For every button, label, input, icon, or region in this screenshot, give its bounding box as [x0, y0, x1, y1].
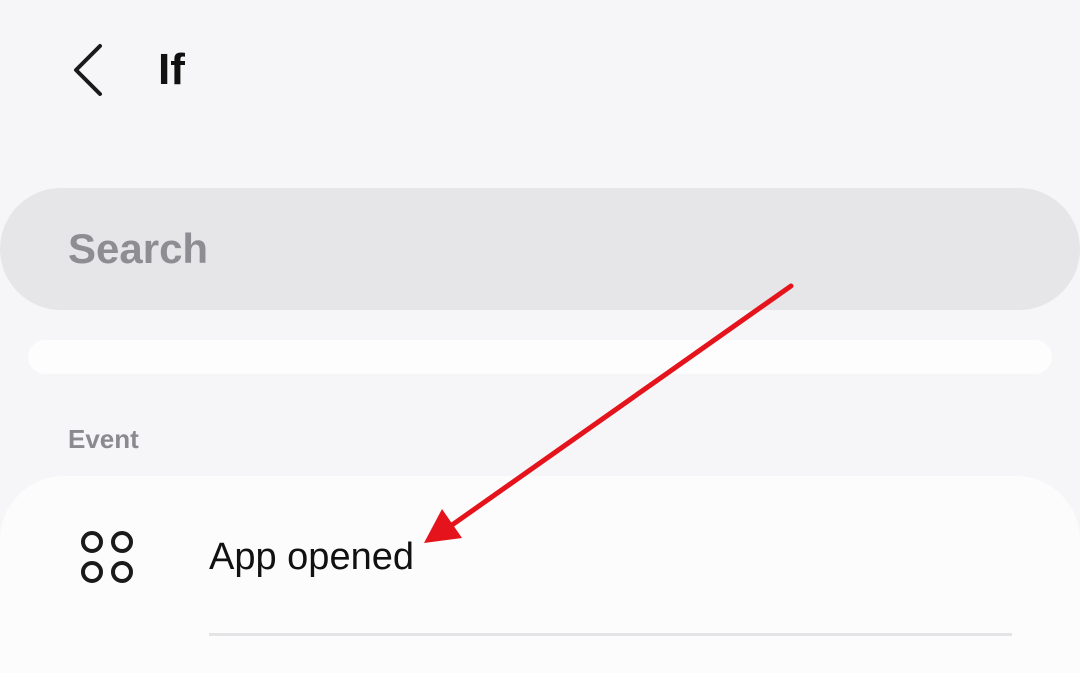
search-bar[interactable] — [0, 188, 1080, 310]
list-item-app-opened[interactable]: App opened — [0, 476, 1080, 636]
divider — [209, 633, 1012, 636]
list-item-label: App opened — [209, 536, 414, 578]
suggestion-card — [28, 340, 1052, 374]
page-title: If — [158, 45, 185, 94]
search-input[interactable] — [68, 216, 968, 282]
section-header-event: Event — [68, 424, 139, 454]
header: If — [0, 0, 1080, 140]
event-list-card: App opened — [0, 476, 1080, 673]
back-button[interactable] — [56, 38, 120, 102]
if-condition-screen: If Event App opened — [0, 0, 1080, 673]
apps-grid-icon — [81, 531, 133, 583]
chevron-left-icon — [74, 44, 102, 96]
